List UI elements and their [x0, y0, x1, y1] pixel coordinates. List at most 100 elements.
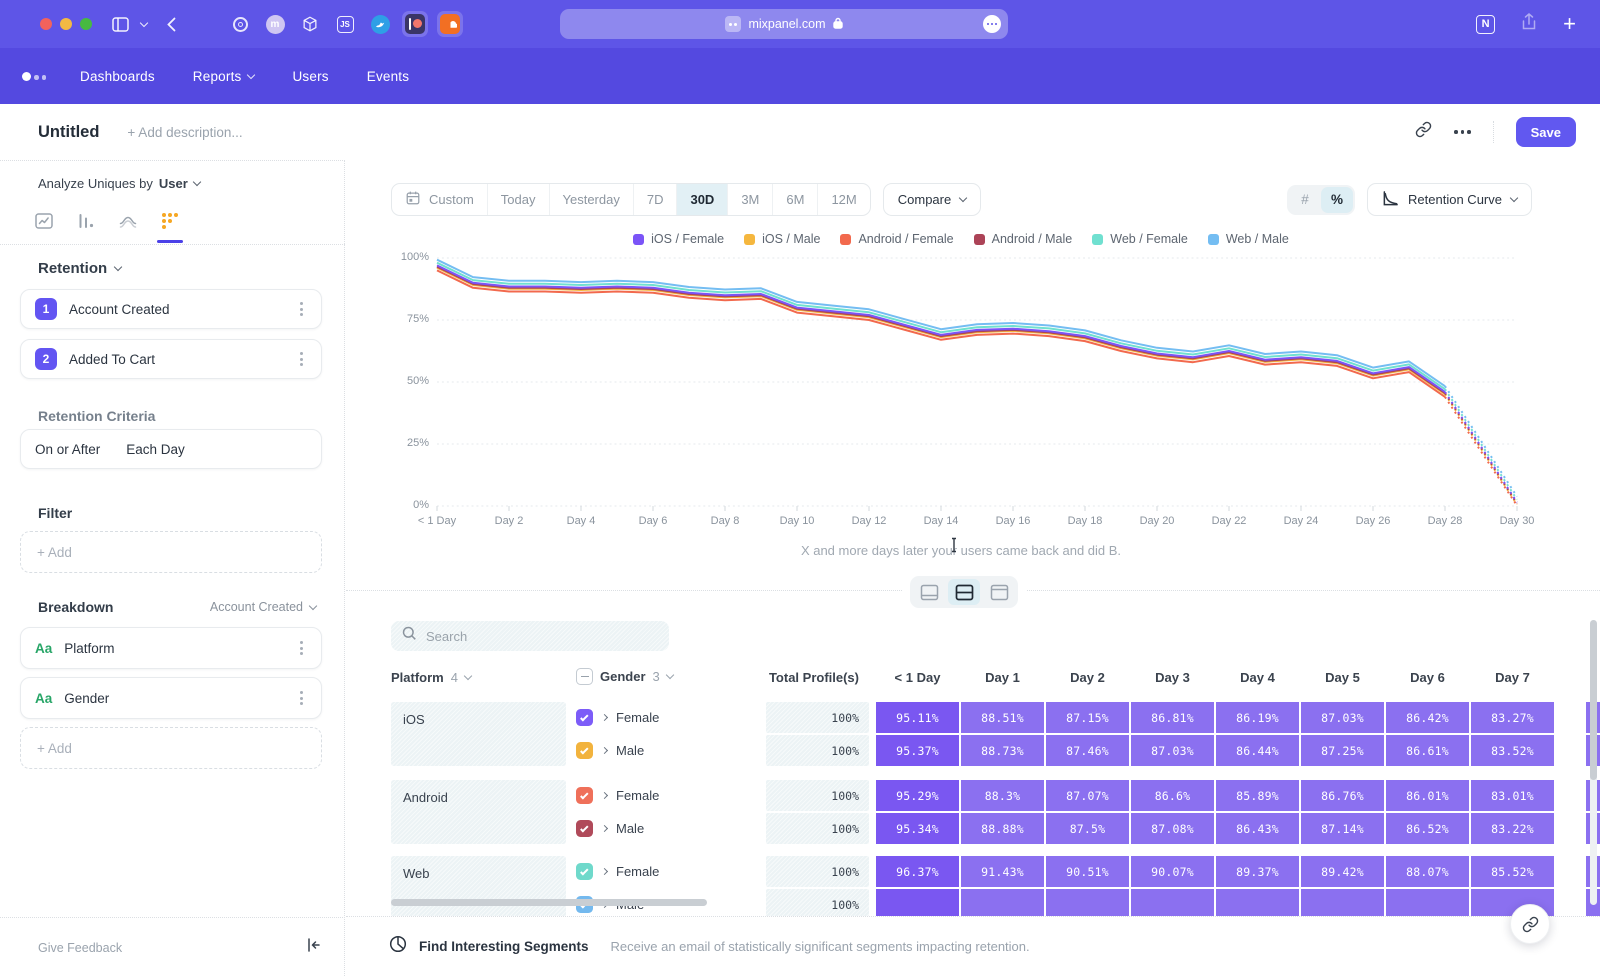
retention-value-cell[interactable]: 85.89%	[1216, 780, 1299, 811]
js-extension-icon[interactable]: JS	[332, 11, 358, 37]
gender-row-female[interactable]: Female	[576, 856, 756, 887]
range-12m[interactable]: 12M	[817, 184, 869, 215]
nav-item-reports[interactable]: Reports	[193, 69, 255, 84]
retention-value-cell[interactable]	[876, 889, 959, 916]
page-actions-icon[interactable]	[983, 15, 1001, 33]
add-breakdown-button[interactable]: + Add	[20, 727, 322, 769]
tab-flows[interactable]	[118, 211, 138, 231]
platform-cell-android[interactable]: Android	[391, 780, 566, 844]
vertical-scrollbar[interactable]	[1590, 620, 1597, 905]
range-today[interactable]: Today	[487, 184, 549, 215]
close-window-button[interactable]	[40, 18, 52, 30]
tab-insights[interactable]	[34, 211, 54, 231]
breakdown-menu-icon[interactable]	[296, 637, 307, 659]
checkbox-checked[interactable]	[576, 787, 593, 804]
analyze-entity-select[interactable]: User	[159, 176, 200, 191]
soundcloud-extension-icon[interactable]	[437, 11, 463, 37]
retention-value-cell[interactable]: 95.34%	[876, 813, 959, 844]
retention-step-card[interactable]: 1Account Created	[20, 289, 322, 329]
retention-value-cell[interactable]: 87.5%	[1046, 813, 1129, 844]
legend-item[interactable]: Web / Male	[1208, 232, 1289, 246]
reader-logo-extension-icon[interactable]	[402, 11, 428, 37]
nav-item-dashboards[interactable]: Dashboards	[80, 69, 155, 84]
range-custom[interactable]: Custom	[392, 184, 487, 215]
chevron-down-icon[interactable]	[140, 18, 148, 26]
retention-value-cell[interactable]: 83.22%	[1471, 813, 1554, 844]
expand-row-icon[interactable]	[601, 792, 608, 799]
retention-value-cell[interactable]	[1046, 889, 1129, 916]
retention-value-cell[interactable]	[961, 889, 1044, 916]
more-options-icon[interactable]	[1454, 130, 1471, 134]
retention-value-cell[interactable]: 86.6%	[1131, 780, 1214, 811]
retention-value-cell[interactable]: 90.07%	[1131, 856, 1214, 887]
gender-column-header[interactable]: Gender3	[576, 668, 673, 685]
share-icon[interactable]	[1521, 13, 1537, 36]
m-avatar-extension-icon[interactable]: m	[262, 11, 288, 37]
layout-table-major-button[interactable]	[983, 579, 1015, 605]
segments-footer[interactable]: Find Interesting Segments Receive an ema…	[346, 916, 1600, 976]
retention-value-cell[interactable]	[1216, 889, 1299, 916]
tab-funnels[interactable]	[76, 211, 96, 231]
absolute-mode-button[interactable]: #	[1289, 187, 1321, 213]
retention-value-cell[interactable]: 87.15%	[1046, 702, 1129, 733]
retention-value-cell[interactable]: 86.44%	[1216, 735, 1299, 766]
platform-column-header[interactable]: Platform4	[391, 670, 471, 685]
retention-value-cell[interactable]: 95.37%	[876, 735, 959, 766]
checkbox-checked[interactable]	[576, 709, 593, 726]
checkbox-checked[interactable]	[576, 742, 593, 759]
horizontal-scrollbar[interactable]	[391, 899, 707, 906]
scrollbar-thumb[interactable]	[1590, 620, 1597, 780]
retention-value-cell[interactable]: 86.76%	[1301, 780, 1384, 811]
retention-value-cell[interactable]: 85.52%	[1471, 856, 1554, 887]
save-button[interactable]: Save	[1516, 117, 1576, 147]
retention-value-cell[interactable]	[1301, 889, 1384, 916]
report-title[interactable]: Untitled	[38, 123, 99, 142]
nav-item-events[interactable]: Events	[367, 69, 409, 84]
percent-mode-button[interactable]: %	[1321, 187, 1353, 213]
retention-value-cell[interactable]: 86.42%	[1386, 702, 1469, 733]
retention-value-cell[interactable]: 86.01%	[1386, 780, 1469, 811]
add-description-button[interactable]: + Add description...	[127, 125, 242, 140]
chart-type-select[interactable]: Retention Curve	[1367, 183, 1532, 216]
range-yesterday[interactable]: Yesterday	[549, 184, 633, 215]
legend-item[interactable]: iOS / Male	[744, 232, 820, 246]
breakdown-card[interactable]: AaGender	[20, 677, 322, 719]
maximize-window-button[interactable]	[80, 18, 92, 30]
retention-value-cell[interactable]: 95.29%	[876, 780, 959, 811]
retention-value-cell[interactable]: 87.03%	[1301, 702, 1384, 733]
retention-value-cell[interactable]: 88.07%	[1386, 856, 1469, 887]
expand-row-icon[interactable]	[601, 714, 608, 721]
indeterminate-checkbox[interactable]	[576, 668, 593, 685]
retention-value-cell[interactable]: 91.43%	[961, 856, 1044, 887]
retention-value-cell[interactable]: 88.51%	[961, 702, 1044, 733]
expand-row-icon[interactable]	[601, 868, 608, 875]
table-search-input[interactable]	[426, 629, 646, 644]
gender-row-female[interactable]: Female	[576, 702, 756, 733]
retention-value-cell[interactable]: 90.51%	[1046, 856, 1129, 887]
retention-value-cell[interactable]: 87.14%	[1301, 813, 1384, 844]
breakdown-scope-select[interactable]: Account Created	[210, 600, 316, 614]
step-menu-icon[interactable]	[296, 348, 307, 370]
retention-value-cell[interactable]: 87.25%	[1301, 735, 1384, 766]
gender-row-male[interactable]: Male	[576, 813, 756, 844]
range-6m[interactable]: 6M	[772, 184, 817, 215]
retention-value-cell[interactable]: 89.37%	[1216, 856, 1299, 887]
mixpanel-logo[interactable]	[22, 72, 46, 81]
breakdown-card[interactable]: AaPlatform	[20, 627, 322, 669]
copy-link-icon[interactable]	[1415, 121, 1432, 143]
retention-value-cell[interactable]	[1386, 889, 1469, 916]
range-3m[interactable]: 3M	[727, 184, 772, 215]
retention-value-cell[interactable]: 83.52%	[1471, 735, 1554, 766]
legend-item[interactable]: Web / Female	[1092, 232, 1188, 246]
retention-value-cell[interactable]: 87.46%	[1046, 735, 1129, 766]
layout-split-button[interactable]	[948, 579, 980, 605]
notion-extension-icon[interactable]: N	[1476, 15, 1495, 34]
back-button[interactable]	[167, 17, 176, 32]
retention-value-cell[interactable]: 87.07%	[1046, 780, 1129, 811]
range-7d[interactable]: 7D	[633, 184, 677, 215]
retention-value-cell[interactable]	[1131, 889, 1214, 916]
legend-item[interactable]: Android / Female	[840, 232, 953, 246]
gender-row-male[interactable]: Male	[576, 735, 756, 766]
retention-value-cell[interactable]: 83.01%	[1471, 780, 1554, 811]
ring-badge-extension-icon[interactable]	[227, 11, 253, 37]
